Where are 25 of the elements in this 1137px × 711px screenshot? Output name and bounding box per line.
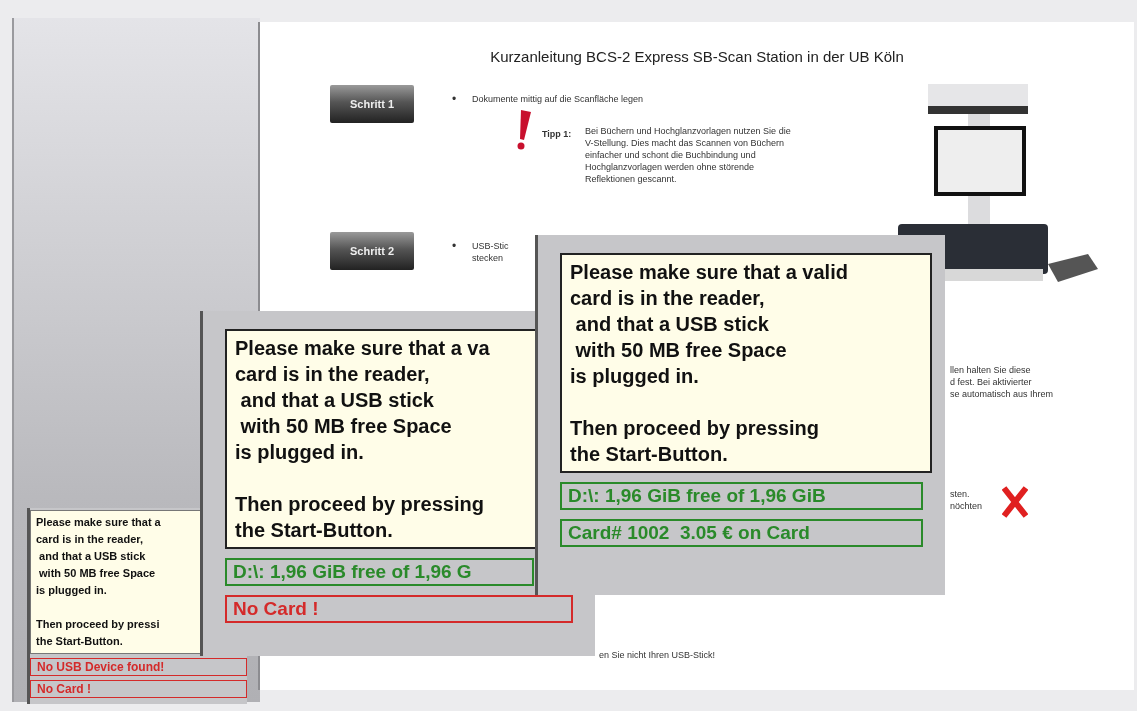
status-field: Card# 1002 3.05 € on Card — [560, 519, 923, 547]
document-text: en Sie nicht Ihren USB-Stick! — [599, 649, 716, 661]
document-text: sten. nöchten — [950, 488, 983, 512]
status-field: D:\: 1,96 GiB free of 1,96 G — [225, 558, 534, 586]
message-text: Please make sure that a valid card is in the reader, and that a USB stick with 50 MB free Space is plugged in. — [570, 260, 849, 389]
message-text: Then proceed by pressing the Start-Button. — [570, 416, 820, 467]
bullet: • — [452, 240, 457, 252]
message-text: Then proceed by pressing the Start-Button. — [235, 492, 485, 543]
message-text: Please make sure that a card is in the reader, and that a USB stick with 50 MB free Space is plugged in. — [36, 515, 162, 598]
bullet: • — [452, 93, 457, 105]
status-field: No Card ! — [225, 595, 573, 623]
status-field: No Card ! — [30, 680, 247, 698]
status-field: D:\: 1,96 GiB free of 1,96 GiB — [560, 482, 923, 510]
document-title: Kurzanleitung BCS-2 Express SB-Scan Station in der UB Köln — [489, 48, 905, 65]
tip-text: Bei Büchern und Hochglanzvorlagen nutzen Sie die V-Stellung. Dies macht das Scannen von Büchern einfacher und schont die Buchbindung und Hochglanzvorlagen werden ohne störende Reflektionen gescannt. — [585, 125, 791, 185]
tip-label: Tipp 1: — [542, 128, 572, 140]
step-text: USB-Stic stecken — [472, 240, 509, 264]
step-text: Dokumente mittig auf die Scanfläche legen — [472, 93, 644, 105]
step-label: Schritt 2 — [330, 232, 414, 270]
document-text: llen halten Sie diese d fest. Bei aktivierter se automatisch aus Ihrem — [950, 364, 1054, 400]
exclamation-icon — [515, 110, 531, 150]
step-label: Schritt 1 — [330, 85, 414, 123]
message-text: Please make sure that a va card is in the reader, and that a USB stick with 50 MB free Space is plugged in. — [235, 336, 491, 465]
message-text: Then proceed by pressi the Start-Button. — [36, 617, 161, 649]
status-field: No USB Device found! — [30, 658, 247, 676]
